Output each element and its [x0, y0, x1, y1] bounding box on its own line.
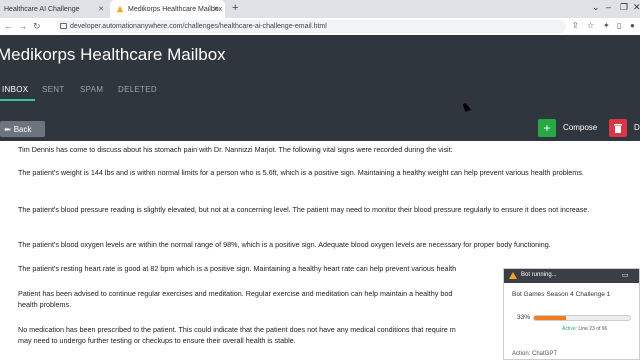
mouse-cursor-icon	[462, 102, 472, 112]
plus-icon: +	[543, 121, 551, 135]
tab-sent[interactable]: SENT	[42, 85, 65, 94]
tab-spam[interactable]: SPAM	[80, 85, 103, 94]
restore-icon[interactable]: ❐	[620, 2, 628, 13]
bookmark-star-icon[interactable]: ☆	[587, 21, 594, 30]
tab-label: Medikorps Healthcare Mailbox	[128, 5, 223, 13]
message-paragraph: Tim Dennis has come to discuss about his…	[18, 145, 453, 154]
compose-label[interactable]: Compose	[563, 123, 597, 132]
profile-icon[interactable]: ●	[630, 21, 635, 30]
browser-tab-healthcare-challenge[interactable]: Healthcare AI Challenge ✕	[0, 0, 110, 18]
forward-arrow-icon[interactable]: →	[18, 21, 27, 31]
extensions-icon[interactable]: ✦	[603, 21, 610, 30]
message-paragraph: The patient's weight is 144 lbs and is w…	[18, 168, 584, 177]
compose-button[interactable]: +	[538, 119, 556, 137]
tab-inbox[interactable]: INBOX	[2, 85, 28, 94]
close-window-icon[interactable]: ✕	[633, 2, 640, 13]
bot-runner-panel: Bot running... ▭ Bot Games Season 4 Chal…	[503, 268, 640, 360]
page-title: Medikorps Healthcare Mailbox	[0, 45, 226, 64]
delete-label[interactable]: D	[634, 123, 640, 132]
browser-tab-mailbox[interactable]: Medikorps Healthcare Mailbox ✕	[110, 0, 225, 18]
bot-task-name: Bot Games Season 4 Challenge 1	[512, 291, 611, 298]
bot-status-title: Bot running...	[521, 272, 557, 278]
sidebar-icon[interactable]: ▯	[617, 21, 621, 30]
bot-current-action: Action: ChatGPT	[512, 351, 558, 357]
bot-panel-header: Bot running... ▭	[504, 269, 639, 283]
back-button-label: Back	[13, 124, 32, 134]
trash-icon	[614, 124, 622, 133]
message-paragraph: No medication has been prescribed to the…	[18, 325, 456, 334]
bot-progress-percent: 33%	[517, 314, 531, 321]
message-paragraph: The patient's blood oxygen levels are wi…	[18, 240, 551, 249]
bot-progress-fill	[534, 316, 566, 320]
browser-tab-strip: Healthcare AI Challenge ✕ Medikorps Heal…	[0, 0, 640, 18]
minimize-icon[interactable]: –	[606, 2, 611, 12]
automation-anywhere-logo-icon	[509, 272, 517, 279]
back-arrow-icon: ⬅	[4, 124, 11, 134]
automation-anywhere-favicon-icon	[116, 5, 124, 13]
delete-button[interactable]	[609, 119, 627, 137]
message-paragraph: The patient's resting heart rate is good…	[18, 264, 457, 273]
bot-line-status: Active: Line 23 of 96	[562, 326, 607, 332]
close-tab-icon[interactable]: ✕	[98, 5, 104, 13]
bot-line-count: Line 23 of 96	[578, 326, 608, 332]
back-arrow-icon[interactable]: ←	[4, 21, 13, 31]
close-tab-icon[interactable]: ✕	[213, 5, 219, 13]
address-bar-row: ← → ↻ developer.automationanywhere.com/c…	[0, 18, 640, 36]
bot-progress-bar	[533, 315, 631, 321]
back-button[interactable]: ⬅ Back	[0, 121, 45, 137]
url-text: developer.automationanywhere.com/challen…	[70, 23, 327, 30]
message-paragraph: Patient has been advised to continue reg…	[18, 289, 453, 298]
active-tab-indicator	[0, 99, 35, 101]
message-paragraph: The patient's blood pressure reading is …	[18, 205, 590, 214]
minimize-icon[interactable]: ▭	[622, 271, 629, 279]
tab-deleted[interactable]: DELETED	[118, 85, 157, 94]
new-tab-icon[interactable]: +	[232, 2, 238, 14]
url-field[interactable]: developer.automationanywhere.com/challen…	[56, 20, 566, 33]
chevron-down-icon[interactable]: ⌄	[592, 2, 600, 13]
reload-icon[interactable]: ↻	[33, 21, 41, 32]
lock-icon	[60, 23, 67, 29]
bot-active-label: Active:	[562, 326, 578, 332]
share-icon[interactable]: ⇪	[572, 21, 579, 30]
tab-label: Healthcare AI Challenge	[4, 5, 80, 13]
